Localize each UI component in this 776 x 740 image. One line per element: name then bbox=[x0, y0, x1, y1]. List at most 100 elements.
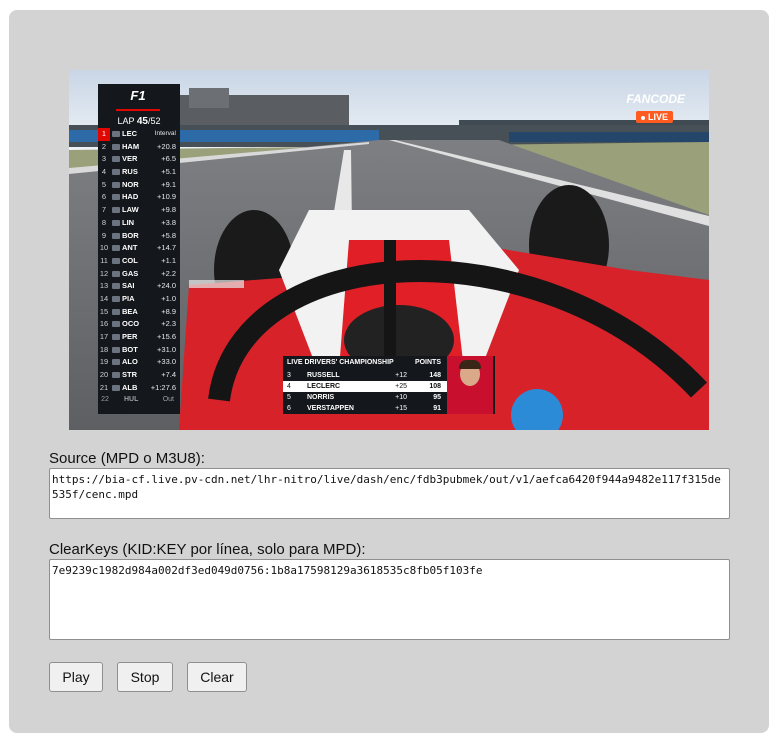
team-logo-icon bbox=[112, 384, 120, 391]
championship-driver: RUSSELL bbox=[307, 372, 340, 379]
clearkeys-input[interactable] bbox=[49, 559, 730, 640]
timing-gap: +1:27.6 bbox=[150, 382, 176, 392]
live-badge: LIVE bbox=[635, 111, 673, 123]
team-logo-icon bbox=[112, 143, 120, 150]
timing-row: 14 PIA +1.0 bbox=[98, 293, 180, 306]
championship-title: LIVE DRIVERS' CHAMPIONSHIP bbox=[287, 359, 394, 366]
championship-driver: LECLERC bbox=[307, 383, 341, 390]
championship-overlay: LIVE DRIVERS' CHAMPIONSHIP POINTS 3 RUSSE… bbox=[283, 356, 495, 414]
team-logo-icon bbox=[112, 169, 120, 176]
team-logo-icon bbox=[112, 321, 120, 328]
timing-gap: +14.7 bbox=[157, 243, 176, 253]
timing-driver-code: NOR bbox=[122, 179, 139, 189]
timing-rows: 1 LEC Interval 2 HAM +20.8 3 VER +6.5 4 RUS +5.1 5 NO… bbox=[98, 128, 180, 394]
timing-driver-code: RUS bbox=[122, 167, 138, 177]
timing-position: 2 bbox=[101, 141, 107, 151]
championship-delta: +25 bbox=[395, 383, 407, 390]
timing-gap: +24.0 bbox=[157, 281, 176, 291]
source-label: Source (MPD o M3U8): bbox=[49, 450, 205, 467]
footer-position: 22 bbox=[101, 396, 109, 404]
timing-position: 5 bbox=[101, 179, 107, 189]
timing-position: 12 bbox=[99, 268, 109, 278]
timing-position: 13 bbox=[99, 281, 109, 291]
championship-driver: NORRIS bbox=[307, 394, 335, 401]
points-header: POINTS bbox=[414, 359, 441, 366]
timing-driver-code: HAM bbox=[122, 141, 140, 151]
timing-gap: +2.3 bbox=[161, 319, 176, 329]
timing-gap: +9.8 bbox=[161, 205, 176, 215]
timing-row: 3 VER +6.5 bbox=[98, 153, 180, 166]
timing-row: 13 SAI +24.0 bbox=[98, 280, 180, 293]
team-logo-icon bbox=[112, 207, 120, 214]
stop-button[interactable]: Stop bbox=[117, 662, 173, 692]
timing-driver-code: GAS bbox=[122, 268, 139, 278]
live-dot-icon bbox=[640, 115, 645, 120]
timing-position: 1 bbox=[98, 128, 110, 141]
championship-position: 4 bbox=[287, 383, 291, 390]
timing-row: 20 STR +7.4 bbox=[98, 369, 180, 382]
timing-driver-code: VER bbox=[122, 154, 138, 164]
timing-row: 18 BOT +31.0 bbox=[98, 344, 180, 357]
timing-position: 6 bbox=[101, 192, 107, 202]
team-logo-icon bbox=[112, 308, 120, 315]
timing-gap: +5.1 bbox=[161, 167, 176, 177]
timing-position: 11 bbox=[100, 255, 108, 265]
championship-row: 6 VERSTAPPEN +15 91 bbox=[283, 403, 447, 414]
timing-gap: Interval bbox=[154, 130, 176, 137]
timing-position: 8 bbox=[101, 217, 107, 227]
timing-position: 9 bbox=[101, 230, 107, 240]
timing-driver-code: ANT bbox=[122, 243, 138, 253]
team-logo-icon bbox=[112, 270, 120, 277]
footer-driver: HUL bbox=[124, 396, 139, 404]
timing-gap: +31.0 bbox=[157, 344, 176, 354]
timing-row: 16 OCO +2.3 bbox=[98, 318, 180, 331]
timing-gap: +5.8 bbox=[161, 230, 176, 240]
timing-row: 21 ALB +1:27.6 bbox=[98, 382, 180, 395]
team-logo-icon bbox=[112, 359, 120, 366]
timing-gap: +10.9 bbox=[157, 192, 176, 202]
timing-row: 4 RUS +5.1 bbox=[98, 166, 180, 179]
timing-gap: +15.6 bbox=[157, 332, 176, 341]
championship-position: 5 bbox=[287, 394, 291, 401]
timing-gap: +20.8 bbox=[157, 141, 176, 151]
play-button[interactable]: Play bbox=[49, 662, 103, 692]
source-input[interactable] bbox=[49, 468, 730, 519]
championship-delta: +10 bbox=[395, 394, 407, 401]
timing-row: 12 GAS +2.2 bbox=[98, 268, 180, 281]
timing-row: 10 ANT +14.7 bbox=[98, 242, 180, 255]
timing-gap: +6.5 bbox=[161, 154, 176, 164]
video-player[interactable]: FANCODE LIVE F1 LAP 45/52 1 LEC Interval 2 H… bbox=[69, 70, 709, 430]
championship-position: 6 bbox=[287, 405, 291, 412]
timing-position: 20 bbox=[99, 370, 109, 380]
team-logo-icon bbox=[112, 232, 120, 239]
clear-button[interactable]: Clear bbox=[187, 662, 247, 692]
timing-driver-code: ALB bbox=[122, 382, 138, 392]
team-logo-icon bbox=[112, 346, 120, 353]
timing-gap: +8.9 bbox=[161, 306, 176, 316]
timing-position: 3 bbox=[101, 154, 107, 164]
timing-row: 17 PER +15.6 bbox=[98, 331, 180, 344]
championship-points: 108 bbox=[429, 383, 441, 390]
timing-row: 1 LEC Interval bbox=[98, 128, 180, 141]
timing-gap: +9.1 bbox=[161, 179, 176, 189]
timing-driver-code: PIA bbox=[122, 293, 135, 303]
timing-driver-code: ALO bbox=[122, 357, 138, 367]
timing-driver-code: COL bbox=[122, 255, 138, 265]
team-logo-icon bbox=[112, 257, 120, 264]
timing-gap: +3.8 bbox=[161, 217, 176, 227]
timing-footer-row: 22 HUL Out bbox=[98, 394, 180, 406]
championship-points: 148 bbox=[429, 372, 441, 379]
championship-delta: +12 bbox=[395, 372, 407, 379]
championship-delta: +15 bbox=[395, 405, 407, 412]
timing-driver-code: OCO bbox=[122, 319, 140, 329]
team-logo-icon bbox=[112, 295, 120, 302]
timing-gap: +1.1 bbox=[161, 255, 176, 265]
timing-driver-code: BEA bbox=[122, 306, 138, 316]
f1-logo-icon: F1 bbox=[116, 87, 160, 111]
driver-portrait bbox=[447, 356, 493, 414]
timing-row: 9 BOR +5.8 bbox=[98, 230, 180, 243]
team-logo-icon bbox=[112, 219, 120, 226]
timing-row: 8 LIN +3.8 bbox=[98, 217, 180, 230]
timing-gap: +2.2 bbox=[161, 268, 176, 278]
team-logo-icon bbox=[112, 372, 120, 379]
